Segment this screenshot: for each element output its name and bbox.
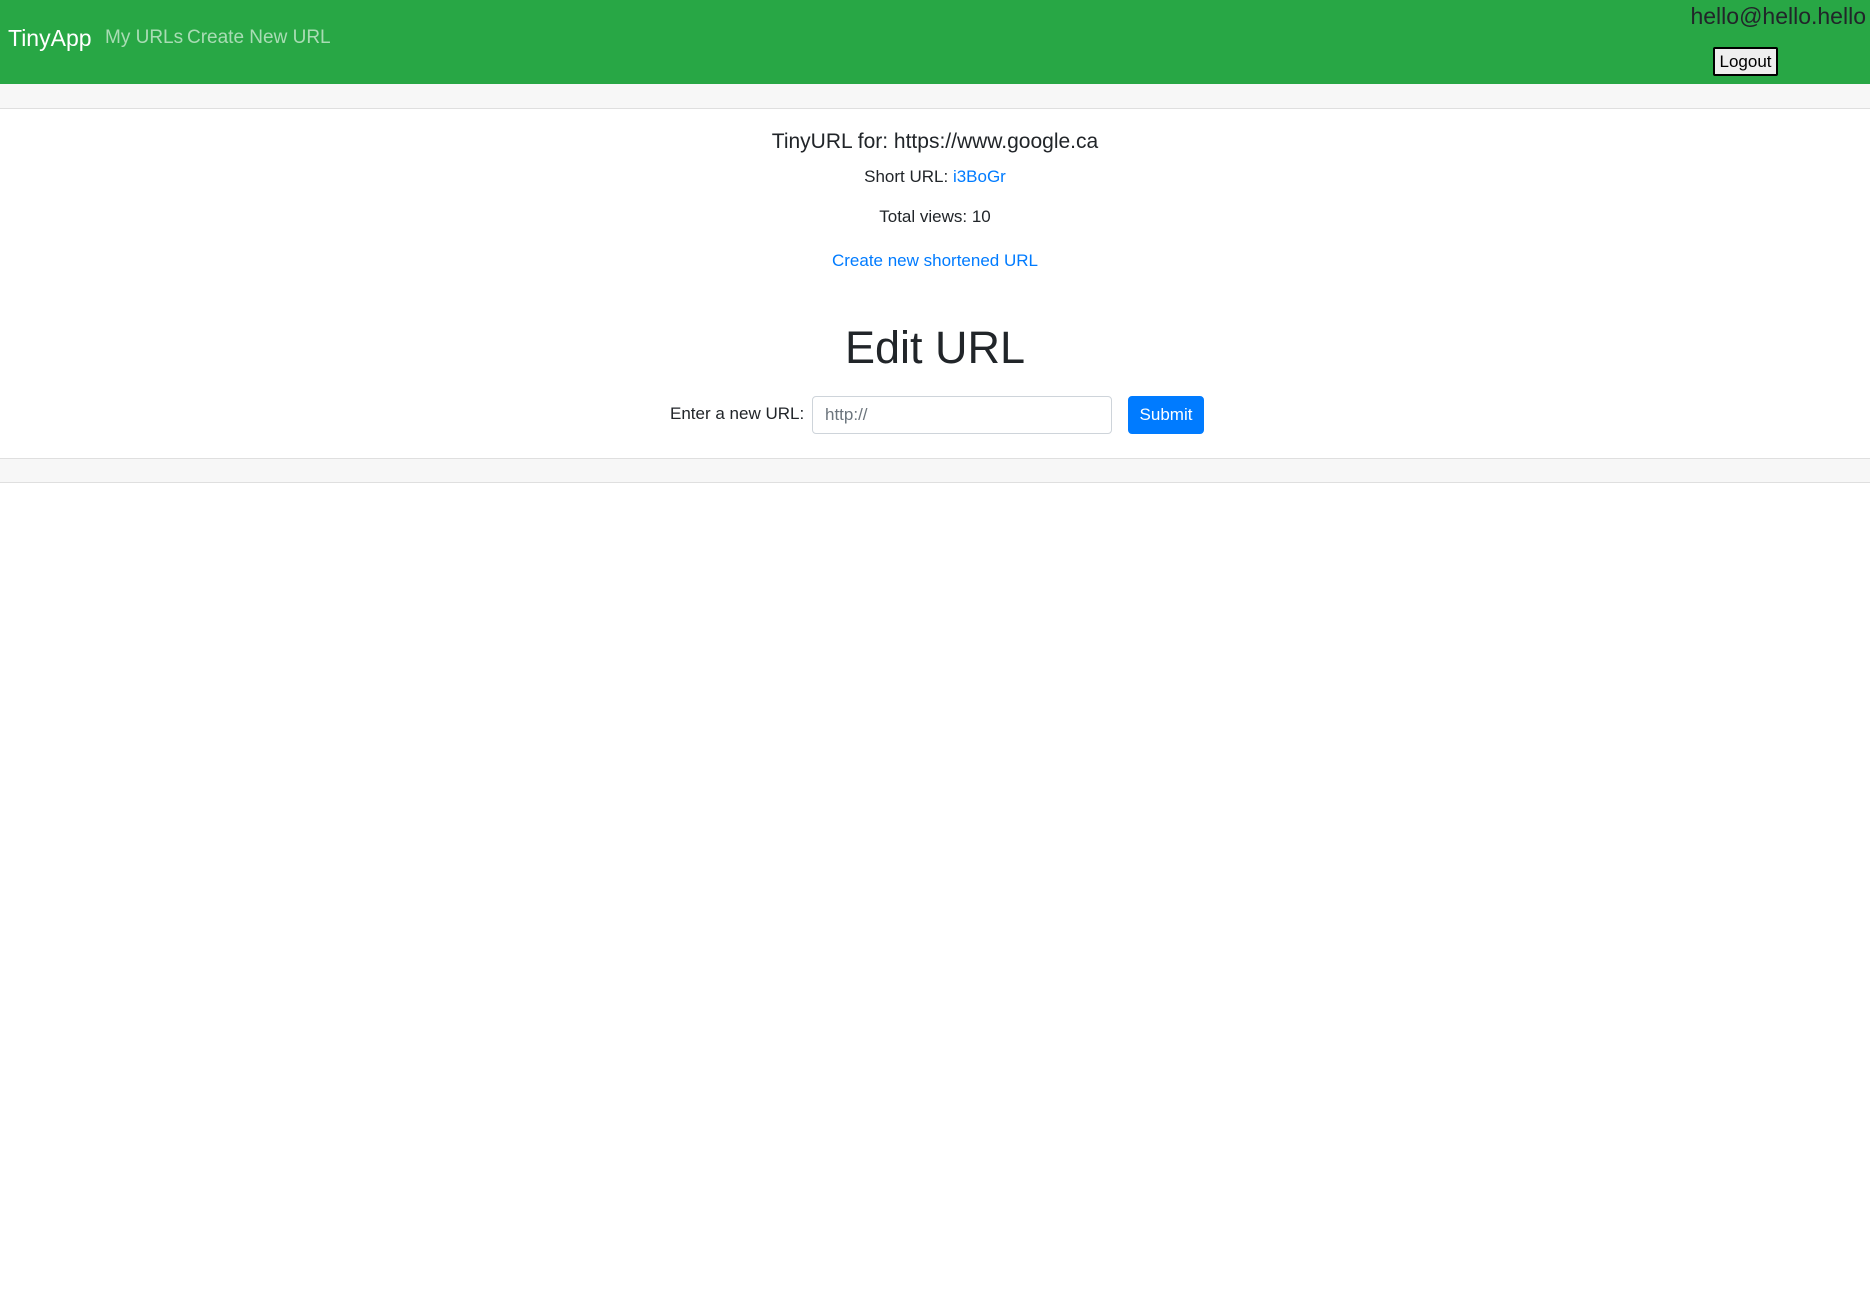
navbar: TinyApp My URLs Create New URL hello@hel… [0, 0, 1870, 84]
nav-my-urls-link[interactable]: My URLs [105, 27, 183, 49]
new-url-label: Enter a new URL: [670, 404, 805, 423]
create-link-row: Create new shortened URL [0, 251, 1870, 271]
short-url-link[interactable]: i3BoGr [953, 167, 1006, 186]
logout-button[interactable]: Logout [1713, 47, 1778, 76]
new-url-input[interactable] [812, 396, 1112, 434]
top-divider-band [0, 84, 1870, 109]
url-title-prefix: TinyURL for: [771, 130, 894, 153]
user-email: hello@hello.hello [1690, 3, 1866, 29]
brand-link[interactable]: TinyApp [8, 23, 92, 53]
bottom-divider-band [0, 458, 1870, 483]
short-url-row: Short URL: i3BoGr [0, 167, 1870, 187]
long-url: https://www.google.ca [893, 130, 1099, 153]
submit-button[interactable]: Submit [1128, 396, 1204, 434]
views-row: Total views: 10 [0, 207, 1870, 227]
nav-create-new-url-link[interactable]: Create New URL [187, 27, 331, 49]
short-url-label: Short URL: [864, 167, 953, 186]
create-new-shortened-url-link[interactable]: Create new shortened URL [832, 251, 1038, 270]
views-label: Total views: [879, 207, 972, 226]
url-title: TinyURL for: https://www.google.ca [0, 130, 1870, 154]
edit-url-heading: Edit URL [844, 322, 1026, 373]
views-count: 10 [971, 207, 991, 226]
